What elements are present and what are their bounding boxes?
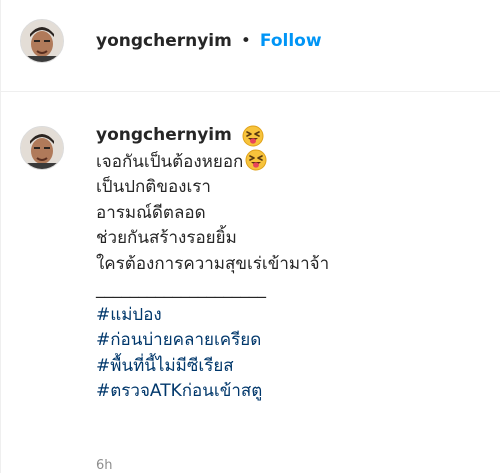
caption-line: อารมณ์ดีตลอด xyxy=(96,202,206,223)
squinting-face-with-tongue-icon xyxy=(242,125,264,147)
header-username-link[interactable]: yongchernyim xyxy=(96,31,232,51)
hashtag-link[interactable]: #ก่อนบ่ายคลายเครียด xyxy=(96,328,496,354)
caption-line: เป็นปกติของเรา xyxy=(96,177,211,197)
caption-body: yongchernyim เจอกันเป็นต้องหยอก เป็นปกติ… xyxy=(96,123,496,405)
hashtag-link[interactable]: #พื้นที่นี้ไม่มีซีเรียส xyxy=(96,354,496,380)
caption-line: ใครต้องการความสุขเร่เข้ามาจ้า xyxy=(96,253,330,274)
avatar-photo-icon xyxy=(21,20,63,62)
post-timestamp[interactable]: 6h xyxy=(96,458,113,473)
squinting-face-with-tongue-icon xyxy=(245,149,267,170)
caption-username-line: yongchernyim xyxy=(96,123,496,149)
caption-username-link[interactable]: yongchernyim xyxy=(96,123,232,149)
post-header: yongchernyim • Follow xyxy=(1,0,500,92)
caption-line: เจอกันเป็นต้องหยอก xyxy=(96,149,496,176)
caption-line: ช่วยกันสร้างรอยยิ้ม xyxy=(96,228,237,248)
hashtag-link[interactable]: #แม่ปอง xyxy=(96,303,496,329)
avatar-photo-icon xyxy=(21,127,63,169)
caption-avatar[interactable] xyxy=(20,126,64,170)
hashtag-link[interactable]: #ตรวจATKก่อนเข้าสตู xyxy=(96,379,496,405)
instagram-post-panel: yongchernyim • Follow yongchernyim เจอกั… xyxy=(0,0,500,473)
caption-text: เจอกันเป็นต้องหยอก xyxy=(96,151,244,172)
caption-divider-line: ____________________ xyxy=(96,279,266,299)
follow-button[interactable]: Follow xyxy=(260,31,322,51)
header-avatar[interactable] xyxy=(20,19,64,63)
separator-dot: • xyxy=(240,31,251,51)
header-user-row: yongchernyim • Follow xyxy=(96,28,322,54)
